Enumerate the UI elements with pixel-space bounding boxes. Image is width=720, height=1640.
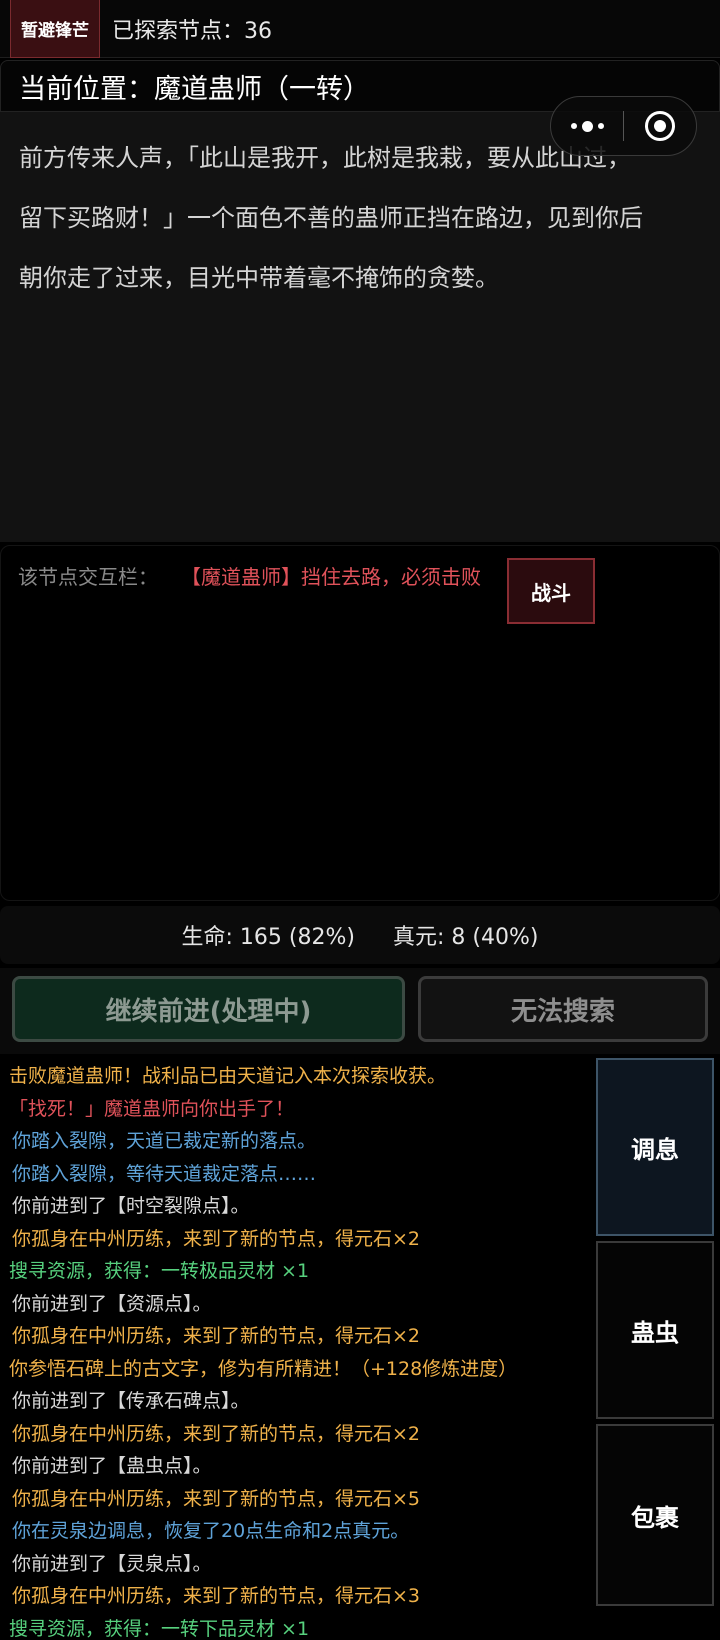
more-dots-icon[interactable]: [551, 97, 623, 155]
retreat-button[interactable]: 暂避锋芒: [10, 0, 100, 58]
interaction-message: 【魔道蛊师】挡住去路，必须击败: [181, 565, 481, 589]
log-entry: 你在灵泉边调息，恢复了20点生命和2点真元。: [12, 1520, 410, 1542]
log-entry: 你孤身在中州历练，来到了新的节点，得元石×2: [12, 1227, 421, 1250]
narrative-line: 留下买路财！」一个面色不善的蛊师正挡在路边，见到你后: [19, 204, 643, 232]
narrative-line: 朝你走了过来，目光中带着毫不掩饰的贪婪。: [19, 264, 499, 292]
log-entry: 你前进到了【时空裂隙点】。: [12, 1195, 250, 1217]
log-entry: 你孤身在中州历练，来到了新的节点，得元石×3: [12, 1585, 421, 1607]
rest-button[interactable]: 调息: [596, 1058, 714, 1236]
log-entry: 你孤身在中州历练，来到了新的节点，得元石×2: [12, 1422, 421, 1445]
node-interaction-panel: 该节点交互栏： 【魔道蛊师】挡住去路，必须击败 战斗: [0, 545, 720, 901]
advance-button[interactable]: 继续前进(处理中): [12, 976, 405, 1042]
gu-insects-button[interactable]: 蛊虫: [596, 1241, 714, 1419]
log-entry: 搜寻资源，获得：一转极品灵材 ×1: [9, 1260, 310, 1282]
log-entry: 你参悟石碑上的古文字，修为有所精进！（+128修炼进度）: [9, 1357, 518, 1380]
stats-bar: 生命: 165 (82%) 真元: 8 (40%): [0, 906, 720, 964]
log-entry: 你孤身在中州历练，来到了新的节点，得元石×2: [12, 1325, 421, 1347]
narrative-panel: 前方传来人声，「此山是我开，此树是我栽，要从此山过， 留下买路财！」一个面色不善…: [0, 112, 720, 542]
log-entry: 搜寻资源，获得：一转下品灵材 ×1: [9, 1617, 310, 1640]
miniprogram-capsule: [550, 96, 697, 156]
log-entry: 你前进到了【灵泉点】。: [12, 1552, 212, 1575]
side-menu: 调息 蛊虫 包裹: [592, 1056, 720, 1640]
log-entry: 你踏入裂隙，天道已裁定新的落点。: [12, 1130, 317, 1152]
log-entry: 击败魔道蛊师！战利品已由天道记入本次探索收获。: [9, 1065, 447, 1087]
event-log[interactable]: 击败魔道蛊师！战利品已由天道记入本次探索收获。 「找死！」魔道蛊师向你出手了！ 你踏…: [0, 1056, 592, 1640]
target-circle-icon[interactable]: [624, 97, 696, 155]
log-entry: 你前进到了【资源点】。: [12, 1292, 212, 1315]
log-entry: 你孤身在中州历练，来到了新的节点，得元石×5: [12, 1487, 421, 1510]
log-entry: 「找死！」魔道蛊师向你出手了！: [9, 1097, 295, 1120]
log-entry: 你前进到了【传承石碑点】。: [12, 1390, 250, 1412]
inventory-button[interactable]: 包裹: [596, 1424, 714, 1606]
interaction-label: 该节点交互栏：: [18, 565, 158, 589]
log-entry: 你前进到了【蛊虫点】。: [12, 1455, 212, 1477]
qi-value: 真元: 8 (40%): [393, 925, 539, 950]
action-bar: 继续前进(处理中) 无法搜索: [0, 968, 720, 1054]
fight-button[interactable]: 战斗: [507, 558, 595, 624]
hp-value: 生命: 165 (82%): [181, 925, 355, 950]
log-entry: 你踏入裂隙，等待天道裁定落点……: [12, 1162, 317, 1185]
top-bar: 暂避锋芒 已探索节点：36: [0, 0, 720, 58]
search-button[interactable]: 无法搜索: [418, 976, 708, 1042]
explored-nodes-count: 已探索节点：36: [112, 19, 272, 44]
